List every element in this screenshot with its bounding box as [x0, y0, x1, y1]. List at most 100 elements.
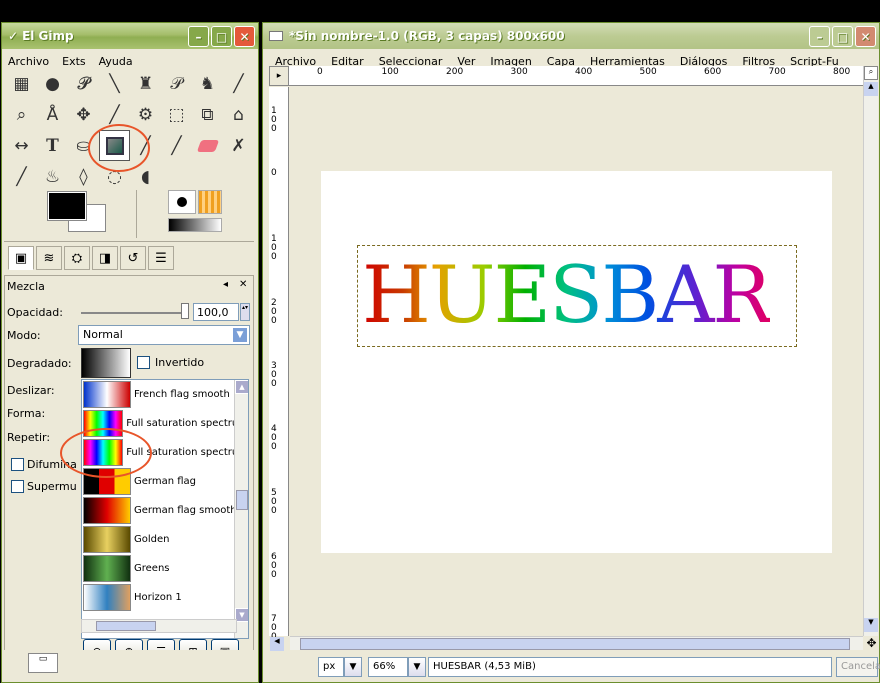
menu-ayuda[interactable]: Ayuda — [97, 55, 135, 68]
zoom-icon[interactable]: ⌕ — [6, 99, 37, 130]
maximize-button[interactable]: □ — [211, 26, 232, 47]
image-canvas[interactable]: HUESBAR — [321, 171, 832, 553]
tab-paths[interactable]: ☰ — [148, 246, 174, 270]
vertical-ruler[interactable]: 1 0 001 0 02 0 03 0 04 0 05 0 06 0 07 0 … — [269, 87, 289, 642]
image-title: *Sin nombre-1.0 (RGB, 3 capas) 800x600 — [289, 29, 565, 43]
scroll-down-icon[interactable]: ▼ — [235, 608, 248, 622]
ruler-h-label: 400 — [575, 67, 593, 77]
foreground-color-swatch[interactable] — [47, 191, 87, 221]
dock-tabs: ▣ ≋ ⛭ ◨ ↺ ☰ — [8, 246, 174, 270]
opacity-input[interactable]: 100,0 — [193, 303, 239, 321]
image-menu-corner-icon[interactable]: ▸ — [269, 66, 289, 86]
fuzzy-select-icon[interactable]: ╲ — [99, 68, 130, 99]
brush-pattern-gradient-preview[interactable] — [168, 190, 224, 236]
gradient-list-item[interactable]: Horizon 1 — [82, 583, 248, 612]
color-select-icon[interactable]: ♜ — [130, 68, 161, 99]
dither-checkbox[interactable] — [11, 458, 24, 471]
status-message: HUESBAR (4,53 MiB) — [428, 657, 832, 677]
image-titlebar[interactable]: *Sin nombre-1.0 (RGB, 3 capas) 800x600 –… — [263, 23, 879, 49]
zoom-chevron-icon[interactable]: ▼ — [408, 657, 426, 677]
brush-icon[interactable]: ╱ — [161, 130, 192, 161]
zoom-select[interactable]: 66% — [368, 657, 408, 677]
tab-brushes[interactable]: ⛭ — [64, 246, 90, 270]
save-options-icon[interactable]: ▭ — [28, 653, 58, 673]
ink-icon[interactable]: ╱ — [6, 161, 37, 192]
ruler-v-label: 1 0 0 — [271, 106, 277, 134]
gradient-list-hscroll[interactable] — [81, 619, 237, 633]
transform-icon[interactable]: ⚙ — [130, 99, 161, 130]
panel-close-icon[interactable]: ✕ — [239, 279, 247, 290]
scroll-up-icon[interactable]: ▲ — [235, 380, 248, 394]
canvas-area[interactable]: HUESBAR — [290, 87, 863, 636]
ruler-h-label: 200 — [446, 67, 464, 77]
gradient-button[interactable] — [81, 348, 131, 378]
unit-chevron-icon[interactable]: ▼ — [344, 657, 362, 677]
gradient-list-item[interactable]: French flag smooth — [82, 380, 248, 409]
move-icon[interactable]: ✥ — [68, 99, 99, 130]
tab-undo[interactable]: ↺ — [120, 246, 146, 270]
tab-patterns[interactable]: ◨ — [92, 246, 118, 270]
text-icon[interactable]: T — [37, 130, 68, 161]
gradient-list-scrollbar[interactable]: ▲ ▼ — [234, 380, 248, 638]
supersample-checkbox[interactable] — [11, 480, 24, 493]
h-scroll-thumb[interactable] — [300, 638, 850, 650]
v-scroll-down-icon[interactable]: ▼ — [864, 618, 878, 632]
opacity-stepper[interactable]: ▴▾ — [240, 303, 250, 321]
move-navigate-icon[interactable]: ✥ — [864, 636, 879, 650]
foreground-select-icon[interactable]: ♞ — [192, 68, 223, 99]
gradient-list-item[interactable]: German flag smooth — [82, 496, 248, 525]
ruler-h-label: 600 — [704, 67, 722, 77]
horizontal-scrollbar[interactable]: ◀ — [270, 636, 863, 651]
ellipse-select-icon[interactable]: ● — [37, 68, 68, 99]
ruler-h-label: 0 — [317, 67, 323, 77]
eraser-icon[interactable] — [192, 130, 223, 161]
panel-menu-icon[interactable]: ◂ — [223, 279, 228, 290]
menu-archivo[interactable]: Archivo — [6, 55, 51, 68]
tab-layers[interactable]: ≋ — [36, 246, 62, 270]
shear-icon[interactable]: ⌂ — [223, 99, 254, 130]
scissors-icon[interactable]: 𝒫 — [161, 68, 192, 99]
tab-tool-options[interactable]: ▣ — [8, 246, 34, 270]
vertical-scrollbar[interactable]: ⌕ ▲ ▼ — [863, 66, 878, 636]
clone-icon[interactable]: ♨ — [37, 161, 68, 192]
gradient-swatch-icon — [83, 555, 131, 582]
flip-icon[interactable]: ⧉ — [192, 99, 223, 130]
horizontal-ruler[interactable]: 0 100 200 300 400 500 600 700 800 — [289, 66, 863, 86]
v-scroll-up-icon[interactable]: ▲ — [864, 82, 878, 96]
scroll-thumb[interactable] — [236, 490, 248, 510]
cancel-button[interactable]: Cancelar — [836, 657, 880, 677]
free-select-icon[interactable]: 𝓟 — [68, 68, 99, 99]
resize-icon[interactable]: ↔ — [6, 130, 37, 161]
airbrush-icon[interactable]: ✗ — [223, 130, 254, 161]
selection-marquee: HUESBAR — [357, 245, 797, 347]
minimize-button[interactable]: – — [188, 26, 209, 47]
toolbox-titlebar[interactable]: ✓ El Gimp – □ ✕ — [2, 23, 258, 49]
image-close-button[interactable]: ✕ — [855, 26, 876, 47]
gradient-list-item[interactable]: Golden — [82, 525, 248, 554]
ruler-h-label: 500 — [639, 67, 657, 77]
nav-icon[interactable]: ⌕ — [864, 66, 878, 80]
gradient-list-item[interactable]: Greens — [82, 554, 248, 583]
rect-select-icon[interactable]: ▦ — [6, 68, 37, 99]
chevron-down-icon[interactable]: ▼ — [232, 327, 248, 343]
perspective-icon[interactable]: ⬚ — [161, 99, 192, 130]
hscroll-thumb[interactable] — [96, 621, 156, 631]
menu-exts[interactable]: Exts — [60, 55, 88, 68]
ruler-h-label: 300 — [510, 67, 528, 77]
brush-preview-icon — [168, 190, 196, 214]
measure-icon[interactable]: Å — [37, 99, 68, 130]
mode-value: Normal — [83, 328, 123, 341]
fg-bg-colors[interactable] — [47, 191, 108, 237]
h-scroll-left-icon[interactable]: ◀ — [270, 637, 284, 651]
opacity-slider-handle[interactable] — [181, 303, 189, 319]
unit-select[interactable]: px — [318, 657, 344, 677]
inverted-checkbox[interactable] — [137, 356, 150, 369]
blur-icon[interactable]: ◊ — [68, 161, 99, 192]
paths-icon[interactable]: ╱ — [223, 68, 254, 99]
image-minimize-button[interactable]: – — [809, 26, 830, 47]
mode-select[interactable]: Normal ▼ — [78, 325, 250, 345]
gradient-list[interactable]: French flag smooth Full saturation spectr… — [81, 379, 249, 639]
opacity-slider[interactable] — [81, 312, 181, 314]
close-button[interactable]: ✕ — [234, 26, 255, 47]
image-maximize-button[interactable]: □ — [832, 26, 853, 47]
